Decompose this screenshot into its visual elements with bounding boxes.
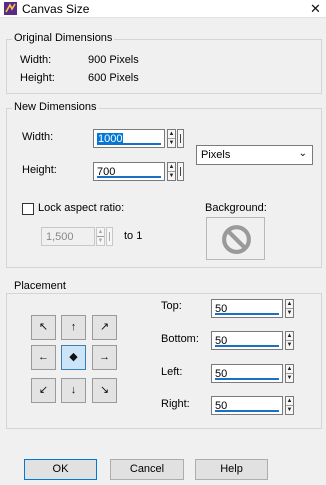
spin-up-icon[interactable]: ▲ [286, 300, 293, 309]
aspect-ratio-value: 1,500 [46, 231, 74, 243]
anchor-center[interactable]: ◆ [61, 345, 86, 370]
top-underline [215, 313, 279, 315]
bottom-input[interactable]: 50 [211, 331, 283, 350]
lock-aspect-checkbox[interactable] [22, 203, 34, 215]
bottom-label: Bottom: [161, 333, 199, 345]
aspect-ratio-input[interactable]: 1,500 [41, 227, 95, 246]
original-dimensions-legend: Original Dimensions [12, 32, 115, 44]
new-height-slider-handle[interactable] [177, 162, 184, 181]
top-input[interactable]: 50 [211, 299, 283, 318]
new-height-input[interactable]: 700 [93, 162, 165, 181]
original-height-value: 600 Pixels [88, 72, 139, 84]
lock-aspect-label[interactable]: Lock aspect ratio: [38, 202, 124, 214]
anchor-top-right[interactable]: ↗ [92, 315, 117, 340]
right-spinner[interactable]: ▲ ▼ [285, 396, 294, 415]
units-dropdown[interactable]: Pixels ⌄ [196, 145, 313, 165]
help-button[interactable]: Help [195, 459, 268, 480]
background-label: Background: [205, 202, 267, 214]
new-height-spinner[interactable]: ▲ ▼ [167, 162, 176, 181]
top-spinner[interactable]: ▲ ▼ [285, 299, 294, 318]
right-label: Right: [161, 398, 190, 410]
spin-down-icon[interactable]: ▼ [168, 139, 175, 147]
anchor-bottom[interactable]: ↓ [61, 378, 86, 403]
units-value: Pixels [201, 149, 231, 161]
aspect-ratio-spinner[interactable]: ▲ ▼ [96, 227, 105, 246]
aspect-ratio-suffix: to 1 [124, 230, 143, 242]
spin-up-icon[interactable]: ▲ [286, 332, 293, 341]
bottom-underline [215, 345, 279, 347]
close-icon[interactable]: ✕ [305, 0, 326, 17]
left-spinner[interactable]: ▲ ▼ [285, 364, 294, 383]
new-width-input[interactable]: 1000 [93, 129, 165, 148]
new-width-slider-handle[interactable] [177, 129, 184, 148]
chevron-down-icon: ⌄ [298, 148, 307, 159]
spin-down-icon[interactable]: ▼ [286, 341, 293, 349]
spin-up-icon[interactable]: ▲ [97, 228, 104, 237]
original-width-label: Width: [20, 54, 52, 66]
new-height-underline [97, 176, 161, 178]
cancel-button[interactable]: Cancel [110, 459, 184, 480]
new-width-spinner[interactable]: ▲ ▼ [167, 129, 176, 148]
new-dimensions-legend: New Dimensions [12, 101, 99, 113]
left-label: Left: [161, 366, 183, 378]
right-underline [215, 410, 279, 412]
new-width-label: Width: [22, 131, 54, 143]
spin-down-icon[interactable]: ▼ [286, 309, 293, 317]
spin-up-icon[interactable]: ▲ [168, 130, 175, 139]
spin-up-icon[interactable]: ▲ [168, 163, 175, 172]
title-bar: Canvas Size ✕ [0, 0, 326, 18]
ok-button[interactable]: OK [24, 459, 97, 480]
left-underline [215, 378, 279, 380]
no-color-icon [222, 225, 251, 254]
spin-down-icon[interactable]: ▼ [97, 237, 104, 245]
aspect-ratio-slider-handle[interactable] [106, 227, 113, 246]
anchor-top-left[interactable]: ↖ [31, 315, 56, 340]
background-color-swatch[interactable] [206, 217, 265, 260]
spin-up-icon[interactable]: ▲ [286, 365, 293, 374]
placement-legend: Placement [12, 280, 68, 292]
original-width-value: 900 Pixels [88, 54, 139, 66]
spin-up-icon[interactable]: ▲ [286, 397, 293, 406]
top-label: Top: [161, 300, 182, 312]
bottom-spinner[interactable]: ▲ ▼ [285, 331, 294, 350]
anchor-right[interactable]: → [92, 345, 117, 370]
window-title: Canvas Size [22, 2, 90, 16]
original-height-label: Height: [20, 72, 55, 84]
spin-down-icon[interactable]: ▼ [286, 374, 293, 382]
spin-down-icon[interactable]: ▼ [168, 172, 175, 180]
new-height-label: Height: [22, 164, 57, 176]
original-dimensions-group [6, 39, 322, 94]
left-input[interactable]: 50 [211, 364, 283, 383]
new-width-underline [97, 143, 161, 145]
app-icon [4, 2, 17, 15]
anchor-left[interactable]: ← [31, 345, 56, 370]
anchor-top[interactable]: ↑ [61, 315, 86, 340]
anchor-bottom-right[interactable]: ↘ [92, 378, 117, 403]
anchor-bottom-left[interactable]: ↙ [31, 378, 56, 403]
right-input[interactable]: 50 [211, 396, 283, 415]
spin-down-icon[interactable]: ▼ [286, 406, 293, 414]
